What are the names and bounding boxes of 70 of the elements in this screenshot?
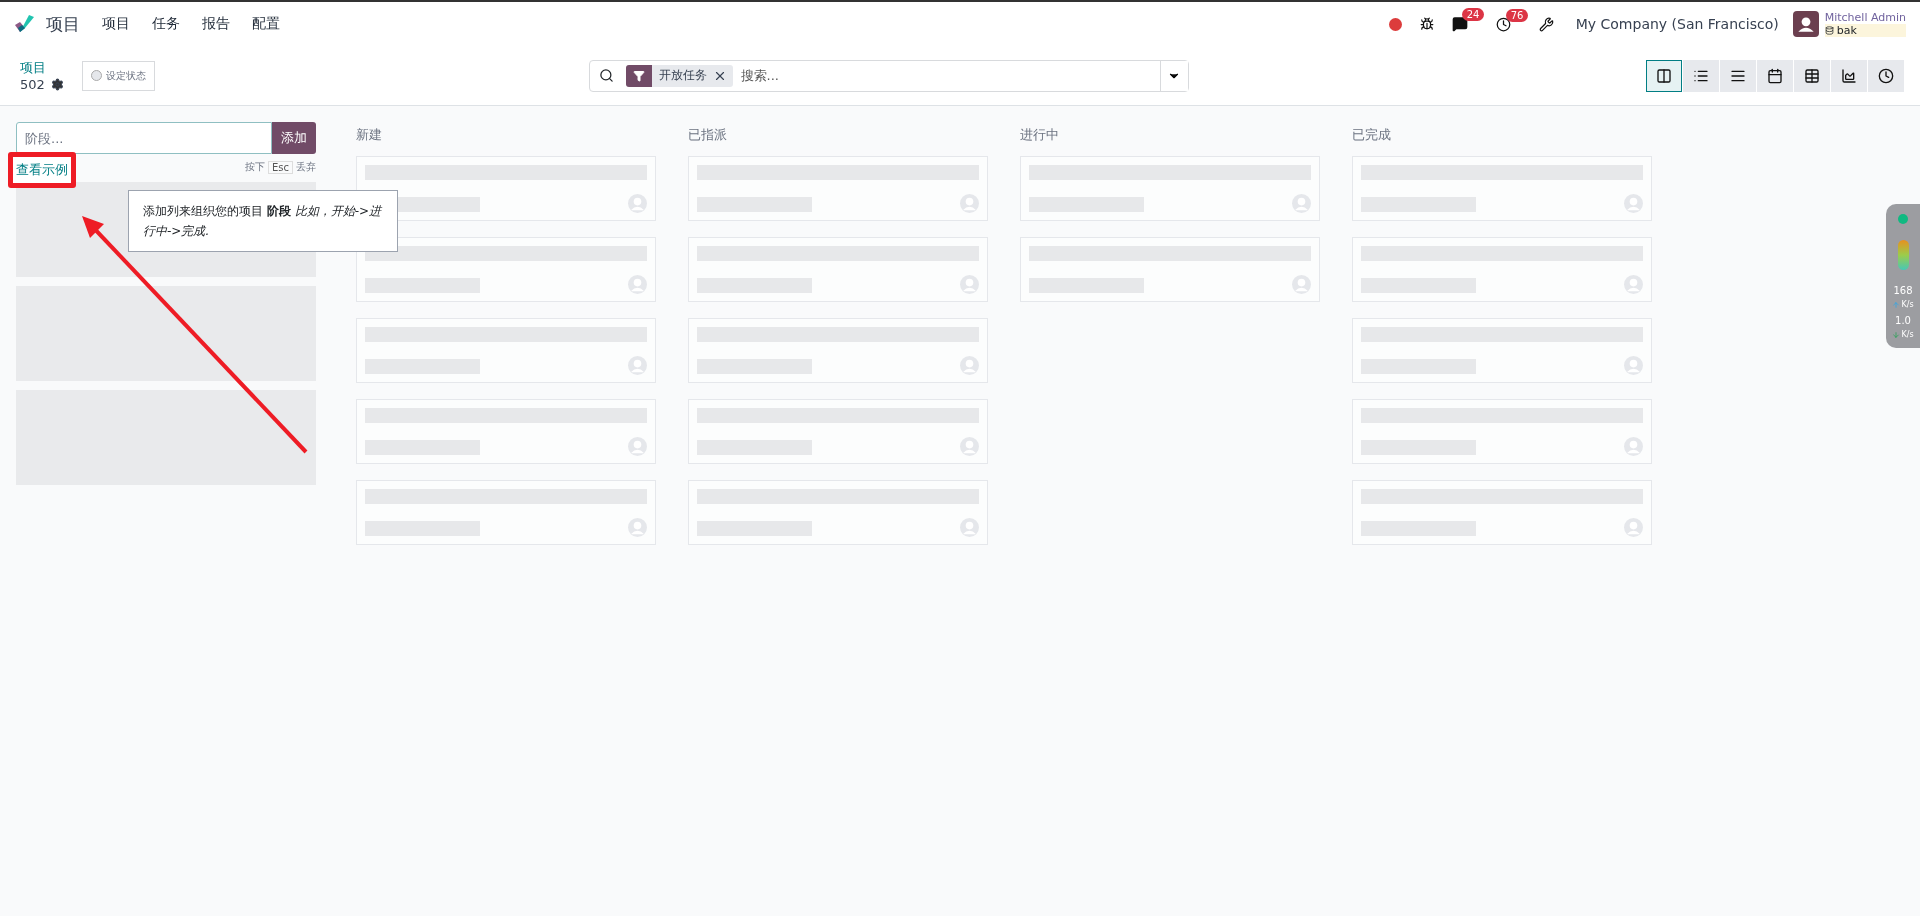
avatar-placeholder-icon <box>960 437 979 456</box>
avatar-placeholder-icon <box>1292 194 1311 213</box>
bug-icon[interactable] <box>1419 17 1434 31</box>
avatar-placeholder-icon <box>628 194 647 213</box>
radio-icon <box>91 70 102 81</box>
area-chart-icon <box>1841 67 1857 84</box>
record-indicator[interactable] <box>1388 17 1402 31</box>
avatar-placeholder-icon <box>628 518 647 537</box>
app-title: 项目 <box>46 12 80 36</box>
tooltip: 添加列来组织您的项目 阶段 比如，开始->进行中->完成. <box>128 190 398 252</box>
download-unit: K/s <box>1901 330 1914 339</box>
app-logo[interactable] <box>14 15 36 33</box>
clock-icon[interactable] <box>1495 16 1511 32</box>
avatar-placeholder-icon <box>960 518 979 537</box>
column-title: 已完成 <box>1352 126 1392 140</box>
column-title: 已指派 <box>688 126 728 140</box>
avatar-placeholder-icon <box>1624 437 1643 456</box>
breadcrumb[interactable]: 项目 <box>20 58 82 76</box>
arrow-up-icon <box>1892 300 1901 309</box>
user-name[interactable]: Mitchell Admin <box>1824 11 1906 24</box>
menu-item[interactable]: 任务 <box>152 15 180 33</box>
avatar-placeholder-icon <box>960 356 979 375</box>
status-button[interactable]: 设定状态 <box>82 60 155 91</box>
table-icon <box>1804 67 1820 84</box>
gear-icon[interactable] <box>50 77 64 91</box>
column-title: 进行中 <box>1020 126 1060 140</box>
avatar-placeholder-icon <box>1624 194 1643 213</box>
level-gauge <box>1897 240 1909 270</box>
esc-key: Esc <box>267 160 293 174</box>
tools-icon[interactable] <box>1538 16 1554 32</box>
avatar-placeholder-icon <box>1292 275 1311 294</box>
avatar-placeholder-icon <box>960 194 979 213</box>
avatar-placeholder-icon <box>1624 518 1643 537</box>
hint-text: 按下 <box>244 160 265 174</box>
avatar-placeholder-icon <box>1624 275 1643 294</box>
database-icon <box>1824 26 1834 35</box>
stage-input[interactable]: 阶段... <box>16 122 272 154</box>
add-button[interactable]: 添加 <box>272 122 316 154</box>
activity-count-badge: 76 <box>1505 8 1529 22</box>
arrow-down-icon <box>1892 330 1901 339</box>
examples-link[interactable]: 查看示例 <box>8 152 76 188</box>
search-icon <box>598 68 614 83</box>
avatar-placeholder-icon <box>628 437 647 456</box>
status-dot <box>1898 214 1908 224</box>
view-switch-button[interactable] <box>1646 59 1682 92</box>
company-name[interactable]: My Company (San Francisco) <box>1575 16 1779 32</box>
avatar-placeholder-icon <box>628 275 647 294</box>
upload-unit: K/s <box>1901 300 1914 309</box>
avatar-placeholder-icon <box>1624 356 1643 375</box>
search-bar[interactable]: 开放任务 搜索... <box>588 59 1189 92</box>
database-name: bak <box>1836 24 1857 37</box>
hint-text: 丢弃 <box>296 160 316 174</box>
menu-item[interactable]: 项目 <box>102 15 130 33</box>
avatar-placeholder-icon <box>960 275 979 294</box>
menu-item[interactable]: 配置 <box>252 15 280 33</box>
clock-icon <box>1878 67 1894 84</box>
filter-facet[interactable]: 开放任务 <box>625 64 733 87</box>
calendar-icon <box>1767 67 1783 84</box>
search-dropdown-toggle[interactable] <box>1159 60 1188 91</box>
message-count-badge: 24 <box>1461 8 1485 21</box>
menu-item[interactable]: 报告 <box>202 15 230 33</box>
chat-icon[interactable] <box>1451 16 1468 32</box>
kanban-icon <box>1656 67 1672 84</box>
filter-icon <box>632 69 645 82</box>
record-count: 502 <box>20 75 45 93</box>
upload-speed: 168 <box>1893 286 1913 296</box>
column-title: 新建 <box>356 126 383 140</box>
avatar-placeholder-icon <box>628 356 647 375</box>
download-speed: 1.0 <box>1895 316 1911 326</box>
facet-label: 开放任务 <box>658 67 707 84</box>
